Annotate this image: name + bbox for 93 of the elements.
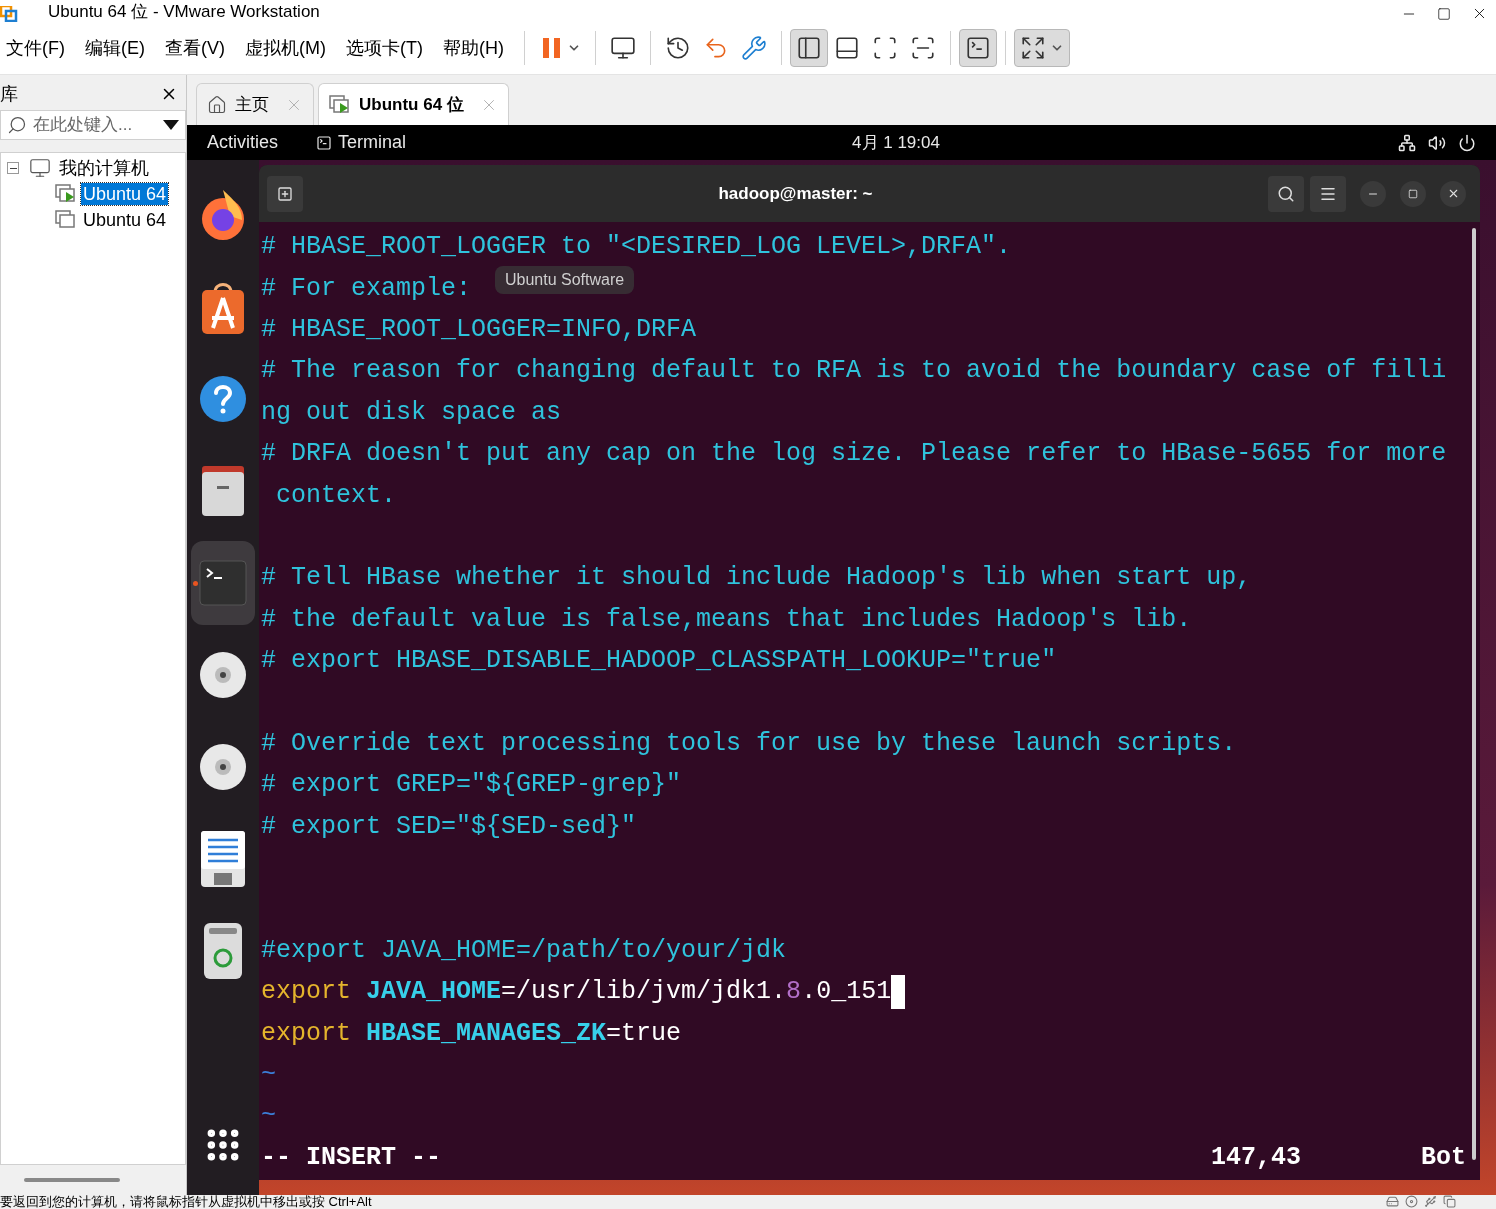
status-message: 要返回到您的计算机，请将鼠标指针从虚拟机中移出或按 Ctrl+Alt	[0, 1195, 372, 1209]
app-logo-icon	[0, 6, 18, 22]
expand-icon	[1019, 35, 1046, 61]
clock[interactable]: 4月 1 19:04	[852, 129, 940, 156]
menu-item[interactable]: 选项卡(T)	[345, 34, 423, 62]
code-text: # export HBASE_DISABLE_HADOOP_CLASSPATH_LOOKUP="true"	[261, 648, 1057, 674]
tree-item[interactable]: Ubuntu 64	[81, 209, 169, 231]
code-text: # HBASE_ROOT_LOGGER to "<DESIRED_LOG LEVEL>,DRFA".	[261, 234, 1012, 260]
home-icon	[207, 94, 227, 115]
disc-icon	[199, 651, 247, 699]
code-text: =/usr/lib/jvm/jdk1.	[501, 979, 787, 1005]
menu-button[interactable]	[1310, 175, 1346, 212]
clock-icon	[664, 35, 691, 61]
window-title: Ubuntu 64 位 - VMware Workstation	[48, 2, 320, 22]
disc-icon[interactable]	[1405, 1195, 1418, 1208]
code-text: # For example:	[261, 275, 472, 301]
search-button[interactable]	[1268, 175, 1304, 212]
search-input[interactable]: 在此处键入...	[33, 112, 157, 138]
folder-icon	[200, 464, 246, 518]
app-menu-label[interactable]: Terminal	[338, 129, 407, 156]
dropdown-caret-icon[interactable]	[163, 120, 179, 130]
search-icon	[1277, 184, 1295, 203]
code-text: # The reason for changing default to RFA is to avoid the boundary case of filli	[261, 358, 1447, 384]
search-field[interactable]: 在此处键入...	[0, 110, 186, 140]
trash-icon	[203, 922, 243, 980]
panel-left-icon	[795, 35, 822, 61]
volume-icon[interactable]	[1428, 133, 1446, 152]
menu-item[interactable]: 帮助(H)	[442, 34, 504, 62]
code-text: # Override text processing tools for use by these launch scripts.	[261, 730, 1237, 756]
usb-icon[interactable]	[1424, 1195, 1437, 1208]
new-tab-button[interactable]	[267, 175, 303, 212]
code-text: #export JAVA_HOME=/path/to/your/jdk	[261, 937, 787, 963]
tab[interactable]: 主页	[196, 83, 314, 125]
menu-item[interactable]: 编辑(E)	[85, 34, 145, 62]
expand-button[interactable]	[1013, 29, 1070, 67]
code-text: 8	[786, 979, 802, 1005]
menu-item[interactable]: 虚拟机(M)	[245, 34, 326, 62]
menu-item[interactable]: 文件(F)	[6, 34, 65, 62]
maximize-icon	[1408, 188, 1418, 199]
search-icon	[7, 115, 27, 135]
fullscreen-icon	[871, 35, 898, 61]
code-text: context.	[275, 482, 397, 508]
panel-title: 库	[0, 82, 18, 106]
terminal-icon	[316, 134, 332, 151]
terminal-icon	[199, 560, 247, 606]
terminal-button[interactable]	[958, 29, 997, 67]
menu-item[interactable]: 查看(V)	[165, 34, 225, 62]
document-icon	[200, 830, 246, 888]
collapse-toggle[interactable]	[7, 162, 19, 174]
terminal-icon	[964, 35, 991, 61]
code-text: =true	[606, 1020, 682, 1046]
cursor-position: 147,43	[1210, 1144, 1301, 1170]
tilde-marker: ~	[261, 1103, 276, 1129]
scroll-position: Bot	[1421, 1144, 1466, 1170]
code-text: HBASE_MANAGES_ZK	[366, 1020, 607, 1046]
help-icon	[199, 375, 247, 423]
code-text: export	[261, 979, 352, 1005]
tooltip: Ubuntu Software	[495, 266, 635, 294]
code-text: # the default value is false,means that includes Hadoop's lib.	[261, 606, 1192, 632]
code-text: .0_151	[801, 979, 892, 1005]
scrollbar-thumb[interactable]	[24, 1178, 120, 1182]
terminal-title: hadoop@master: ~	[717, 182, 874, 205]
scan-line-icon	[909, 35, 936, 61]
tab[interactable]: Ubuntu 64 位	[318, 83, 509, 125]
code-text: export	[261, 1020, 352, 1046]
panel-left-button[interactable]	[789, 29, 828, 67]
disc-icon	[199, 743, 247, 791]
pause-icon	[540, 36, 563, 60]
tree-item[interactable]: Ubuntu 64	[81, 183, 169, 205]
code-text: ng out disk space as	[261, 399, 562, 425]
minimize-button[interactable]	[1360, 180, 1386, 207]
code-text: # HBASE_ROOT_LOGGER=INFO,DRFA	[261, 316, 697, 342]
code-text: # export SED="${SED-sed}"	[261, 813, 637, 839]
activities-button[interactable]: Activities	[207, 129, 278, 156]
scrollbar-thumb[interactable]	[1472, 228, 1476, 1160]
wrench-icon	[740, 35, 767, 61]
new-tab-icon	[277, 185, 293, 202]
computer-icon	[29, 157, 51, 179]
network-icon[interactable]	[1398, 133, 1416, 152]
code-text: # export GREP="${GREP-grep}"	[261, 772, 682, 798]
code-text: JAVA_HOME	[366, 979, 502, 1005]
code-text: # DRFA doesn't put any cap on the log size. Please refer to HBase-5655 for more	[261, 441, 1447, 467]
maximize-button[interactable]	[1400, 180, 1426, 207]
tilde-marker: ~	[261, 1062, 276, 1087]
panel-bottom-icon	[833, 35, 860, 61]
close-button[interactable]	[1440, 180, 1466, 207]
maximize-icon[interactable]	[1437, 6, 1451, 21]
vim-mode: -- INSERT --	[261, 1144, 442, 1170]
power-icon[interactable]	[1458, 133, 1476, 152]
copy-icon[interactable]	[1443, 1195, 1456, 1208]
code-text: # Tell HBase whether it should include Hadoop's lib when start up,	[261, 565, 1252, 591]
running-vm-icon	[329, 94, 351, 115]
tree-item[interactable]: 我的计算机	[57, 157, 151, 179]
